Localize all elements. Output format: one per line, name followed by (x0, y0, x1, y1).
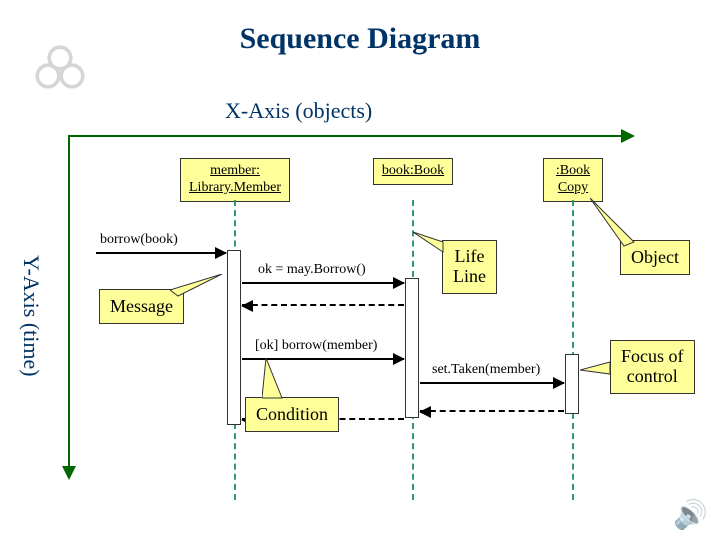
callout-focus-tail-icon (580, 360, 616, 380)
message-mayborrow: ok = may.Borrow() (258, 262, 366, 278)
arrow-mayborrow (242, 282, 404, 284)
activation-book (405, 278, 419, 418)
object-book: book:Book (373, 158, 453, 185)
callout-lifeline: Life Line (442, 240, 497, 294)
callout-focus: Focus of control (610, 340, 695, 394)
object-bookcopy: :Book Copy (543, 158, 603, 202)
callout-object-tail-icon (590, 198, 640, 248)
arrow-settaken-return (420, 410, 564, 412)
object-member: member: Library.Member (180, 158, 290, 202)
callout-message-tail-icon (170, 274, 230, 298)
arrow-borrow (96, 252, 226, 254)
arrow-mayborrow-return (242, 304, 404, 306)
x-axis-label: X-Axis (objects) (225, 98, 372, 124)
message-borrow: borrow(book) (100, 232, 178, 248)
message-settaken: set.Taken(member) (432, 362, 540, 378)
y-axis-label: Y-Axis (time) (18, 255, 44, 377)
message-okborrow: [ok] borrow(member) (255, 338, 377, 354)
y-axis-arrow-icon (68, 135, 70, 470)
x-axis-arrow-icon (68, 135, 625, 137)
lifeline-bookcopy (572, 200, 574, 500)
page-title: Sequence Diagram (0, 22, 720, 56)
callout-condition-tail-icon (262, 358, 288, 402)
callout-lifeline-tail-icon (413, 232, 449, 258)
activation-bookcopy (565, 354, 579, 414)
speaker-icon: 🔊 (673, 498, 708, 532)
arrow-settaken (420, 382, 564, 384)
slide: Sequence Diagram X-Axis (objects) Y-Axis… (0, 0, 720, 540)
callout-condition: Condition (245, 397, 339, 432)
